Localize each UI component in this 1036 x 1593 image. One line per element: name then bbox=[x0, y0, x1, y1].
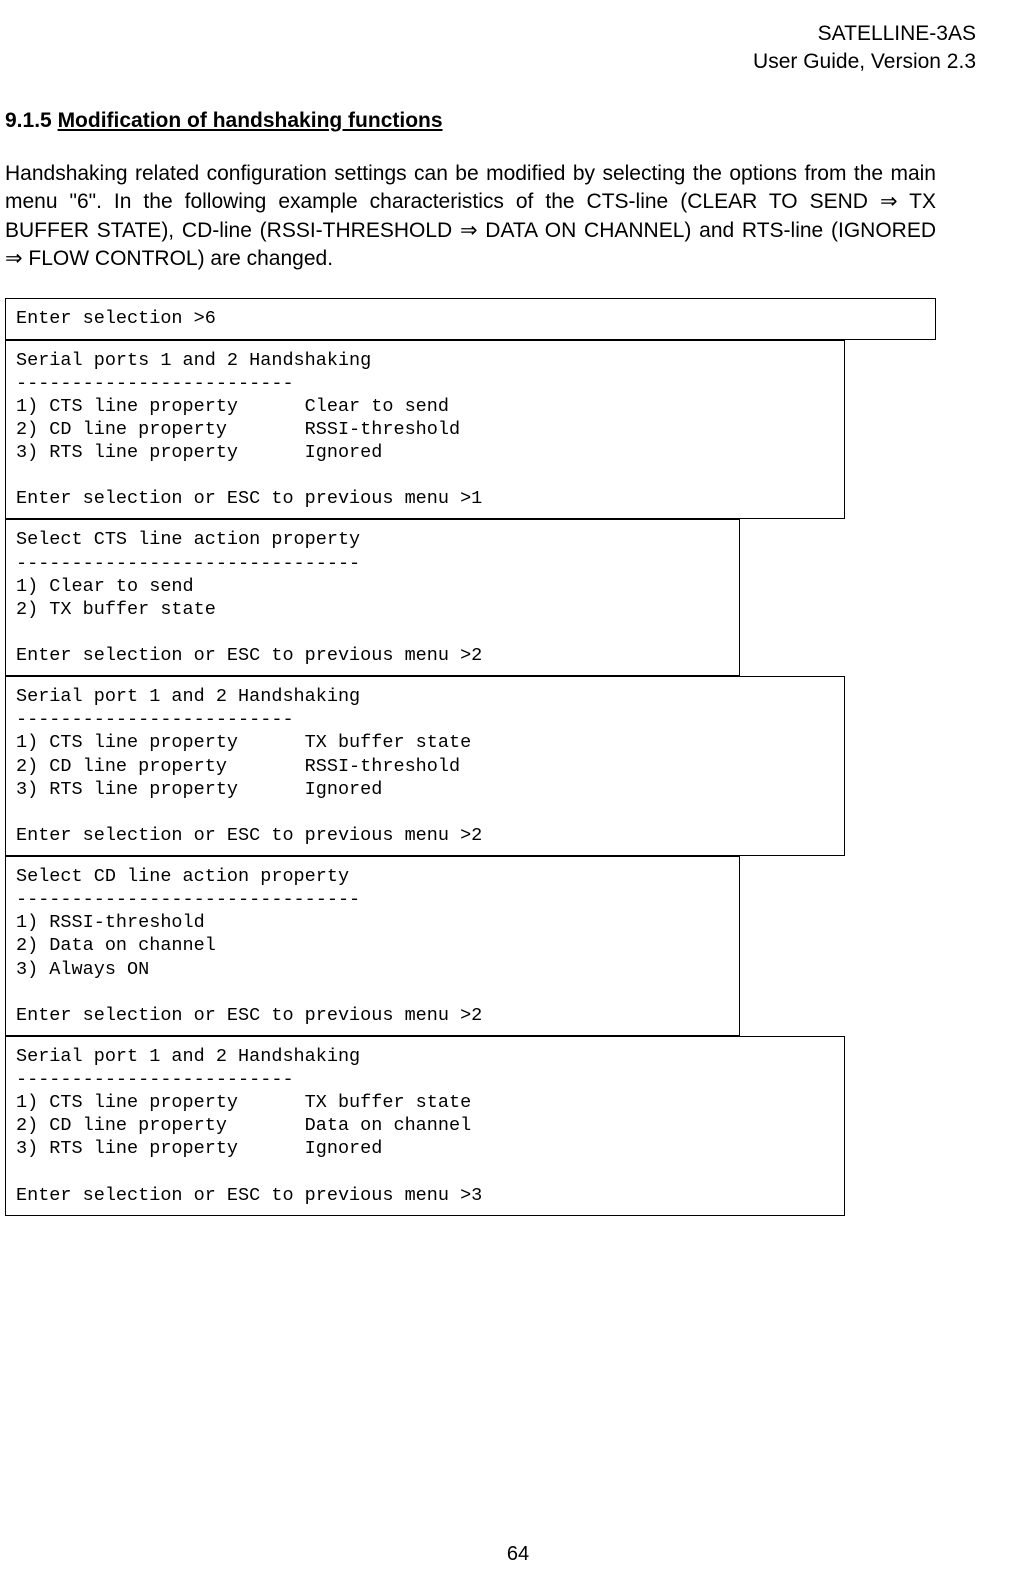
intro-paragraph: Handshaking related configuration settin… bbox=[5, 160, 936, 273]
terminal-box-5: Select CD line action property ---------… bbox=[5, 856, 740, 1036]
page-number: 64 bbox=[0, 1541, 1036, 1568]
document-header: SATELLINE-3AS User Guide, Version 2.3 bbox=[5, 20, 976, 77]
page: SATELLINE-3AS User Guide, Version 2.3 9.… bbox=[0, 0, 1036, 1593]
terminal-box-2: Serial ports 1 and 2 Handshaking -------… bbox=[5, 340, 845, 520]
terminal-sequence: Enter selection >6 Serial ports 1 and 2 … bbox=[5, 298, 936, 1215]
terminal-box-6: Serial port 1 and 2 Handshaking --------… bbox=[5, 1036, 845, 1216]
section-title: Modification of handshaking functions bbox=[58, 109, 443, 132]
terminal-box-3: Select CTS line action property --------… bbox=[5, 519, 740, 676]
section-heading: 9.1.5 Modification of handshaking functi… bbox=[5, 107, 936, 135]
terminal-box-4: Serial port 1 and 2 Handshaking --------… bbox=[5, 676, 845, 856]
terminal-box-1: Enter selection >6 bbox=[5, 298, 936, 339]
doc-version: User Guide, Version 2.3 bbox=[5, 48, 976, 76]
product-name: SATELLINE-3AS bbox=[5, 20, 976, 48]
section-number: 9.1.5 bbox=[5, 107, 52, 135]
